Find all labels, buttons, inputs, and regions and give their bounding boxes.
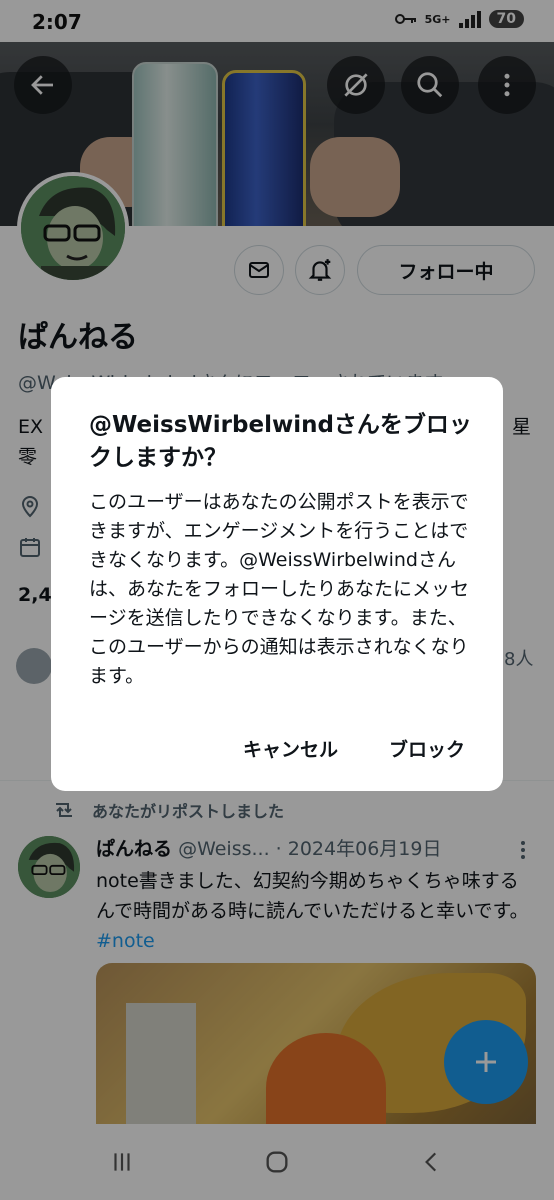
- dialog-title: @WeissWirbelwindさんをブロックしますか？: [89, 412, 472, 471]
- cancel-button[interactable]: キャンセル: [243, 735, 338, 762]
- block-button[interactable]: ブロック: [389, 735, 465, 762]
- dialog-body: このユーザーはあなたの公開ポストを表示できますが、エンゲージメントを行うことはで…: [89, 491, 470, 687]
- block-confirmation-dialog: @WeissWirbelwindさんをブロックしますか？ このユーザーはあなたの…: [51, 377, 503, 791]
